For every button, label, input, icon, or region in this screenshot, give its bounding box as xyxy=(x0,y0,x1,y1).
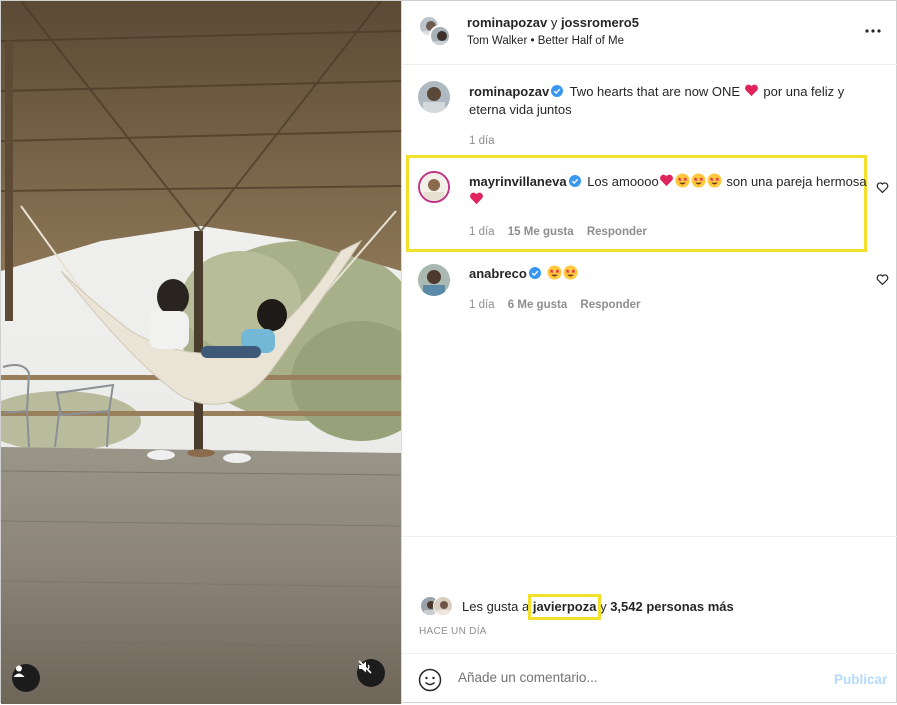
verified-badge-icon xyxy=(528,267,541,279)
star-eyes-emoji-icon xyxy=(547,265,562,280)
avatar[interactable] xyxy=(429,25,451,47)
caption-text-before: Two hearts that are now ONE xyxy=(569,84,741,99)
comment-text-after: son una pareja hermosa xyxy=(726,174,867,189)
comment-likes[interactable]: 6 Me gusta xyxy=(508,299,567,311)
caption-text: rominapozav Two hearts that are now ONE … xyxy=(469,83,869,119)
red-heart-emoji-icon xyxy=(470,192,483,205)
audio-track[interactable]: Tom Walker • Better Half of Me xyxy=(467,35,624,47)
comment-text: mayrinvillaneva Los amoooo son una parej… xyxy=(469,173,869,209)
star-eyes-emoji-icon xyxy=(707,173,722,188)
comment-item: anabreco 1 día 6 Me gusta Responder xyxy=(402,264,897,314)
post-modal: rominapozav y jossromero5 Tom Walker • B… xyxy=(0,0,897,704)
red-heart-emoji-icon xyxy=(744,84,758,97)
song-title: Better Half of Me xyxy=(537,35,625,47)
heart-outline-icon[interactable] xyxy=(876,273,889,286)
author-link[interactable]: rominapozav xyxy=(467,15,547,30)
more-options-button[interactable] xyxy=(864,21,884,41)
authors-conjunction: y xyxy=(550,15,558,30)
post-caption: rominapozav Two hearts that are now ONE … xyxy=(402,81,897,155)
song-artist: Tom Walker xyxy=(467,35,528,47)
post-side-panel: rominapozav y jossromero5 Tom Walker • B… xyxy=(401,1,897,704)
avatar[interactable] xyxy=(418,264,450,296)
red-heart-emoji-icon xyxy=(659,174,673,187)
avatar xyxy=(433,596,453,616)
reply-button[interactable]: Responder xyxy=(580,299,640,311)
avatar[interactable] xyxy=(418,81,450,113)
comment-input[interactable] xyxy=(458,670,808,685)
comment-text: anabreco xyxy=(469,265,869,283)
mute-button[interactable] xyxy=(357,659,385,687)
emoji-smile-icon[interactable] xyxy=(418,668,442,692)
heart-outline-icon[interactable] xyxy=(876,181,889,194)
comment-username[interactable]: anabreco xyxy=(469,266,527,281)
user-tag-button[interactable] xyxy=(12,664,40,692)
comment-meta: 1 día 6 Me gusta Responder xyxy=(469,299,651,311)
verified-badge-icon xyxy=(568,175,581,187)
liker-username[interactable]: javierpoza xyxy=(527,593,602,620)
comment-username[interactable]: mayrinvillaneva xyxy=(469,174,567,189)
highlight-box xyxy=(527,593,602,620)
user-tag-icon xyxy=(13,665,25,677)
likers-avatars[interactable] xyxy=(420,596,458,616)
likes-prefix: Les gusta a xyxy=(462,598,530,614)
likes-summary: Les gusta a javierpoza y 3,542 personas … xyxy=(420,593,734,620)
caption-username[interactable]: rominapozav xyxy=(469,84,549,99)
comment-likes[interactable]: 15 Me gusta xyxy=(508,226,574,238)
song-separator: • xyxy=(530,35,535,47)
muted-speaker-icon xyxy=(358,660,372,674)
comment-time[interactable]: 1 día xyxy=(469,226,495,238)
more-options-icon xyxy=(865,29,881,33)
publish-button[interactable]: Publicar xyxy=(834,672,887,687)
star-eyes-emoji-icon xyxy=(691,173,706,188)
avatar[interactable] xyxy=(418,171,450,203)
add-comment-bar: Publicar xyxy=(402,653,897,705)
post-authors: rominapozav y jossromero5 xyxy=(467,15,639,30)
post-date[interactable]: HACE UN DÍA xyxy=(419,626,487,637)
caption-time[interactable]: 1 día xyxy=(469,135,495,147)
comment-item: mayrinvillaneva Los amoooo son una parej… xyxy=(402,171,897,241)
post-video[interactable] xyxy=(1,1,401,704)
comment-meta: 1 día 15 Me gusta Responder xyxy=(469,226,657,238)
verified-badge-icon xyxy=(551,85,564,97)
comment-time[interactable]: 1 día xyxy=(469,299,495,311)
likes-others-link[interactable]: 3,542 personas más xyxy=(610,599,734,614)
video-frame-illustration xyxy=(1,1,401,704)
star-eyes-emoji-icon xyxy=(675,173,690,188)
post-header: rominapozav y jossromero5 Tom Walker • B… xyxy=(402,1,897,65)
comment-text-before: Los amoooo xyxy=(587,174,659,189)
post-footer: Les gusta a javierpoza y 3,542 personas … xyxy=(402,536,897,704)
caption-meta: 1 día xyxy=(469,135,505,147)
reply-button[interactable]: Responder xyxy=(587,226,647,238)
star-eyes-emoji-icon xyxy=(563,265,578,280)
author-link[interactable]: jossromero5 xyxy=(561,15,639,30)
